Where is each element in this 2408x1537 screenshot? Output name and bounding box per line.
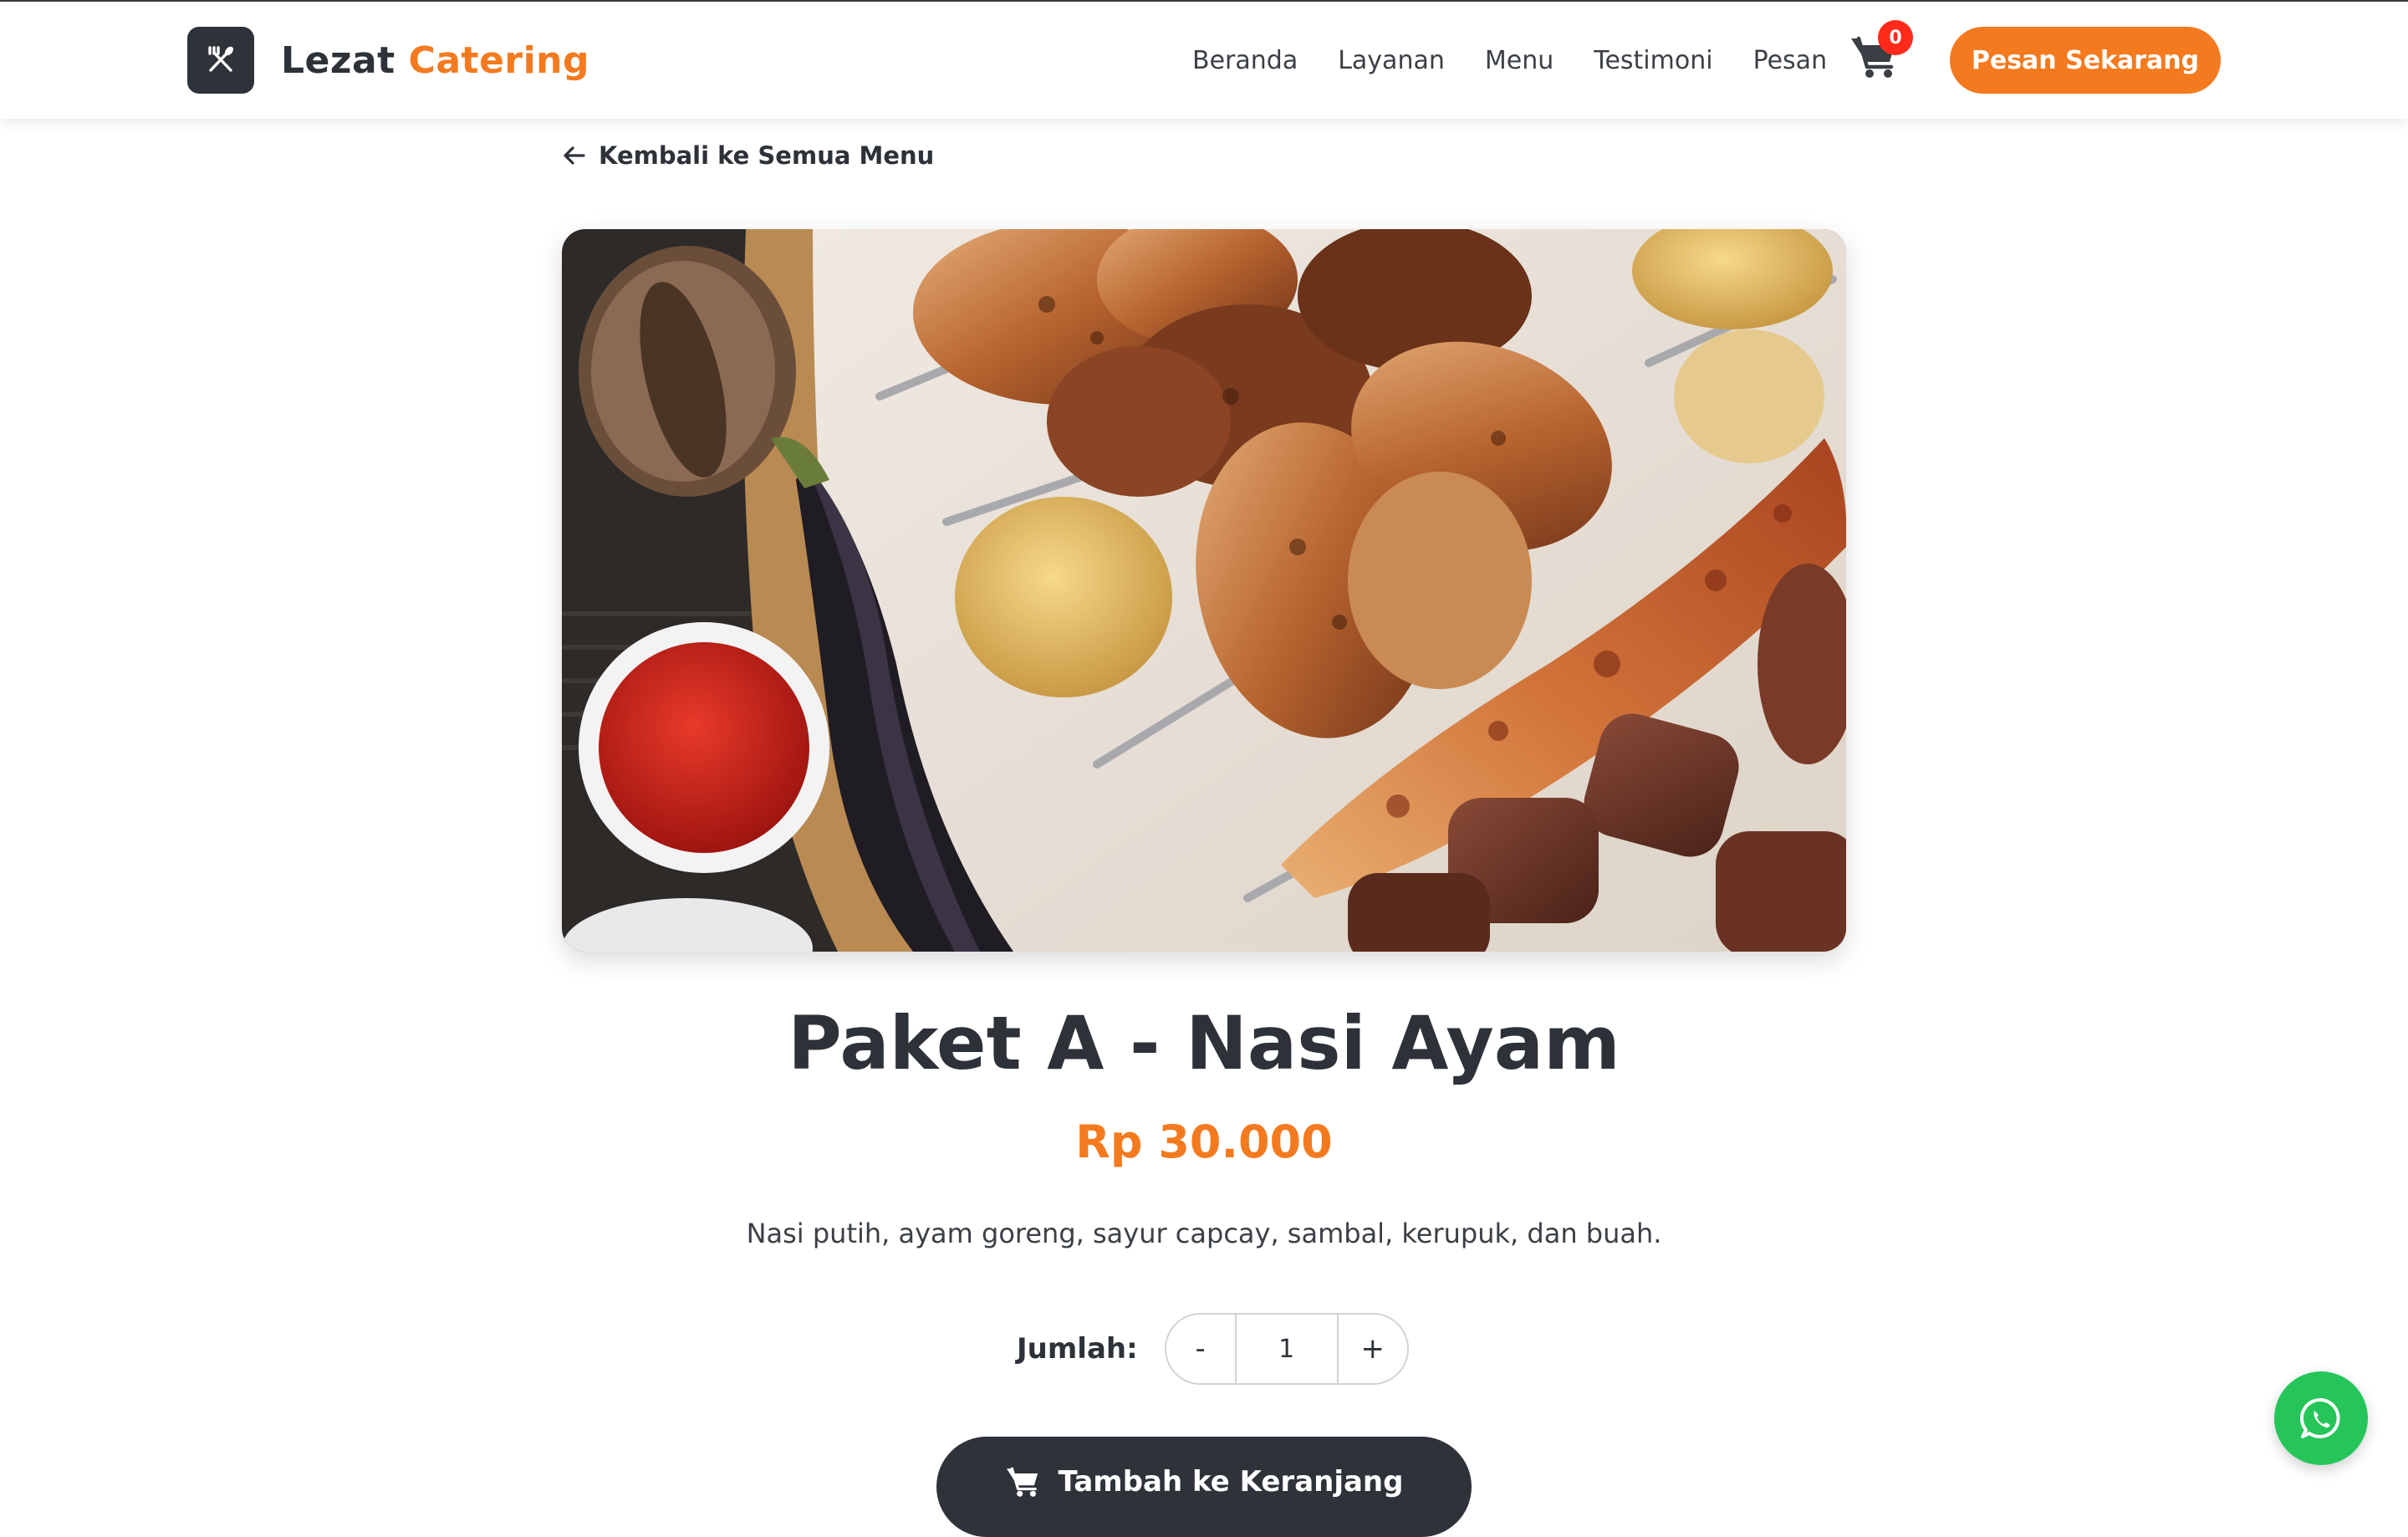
navbar: Lezat Catering Beranda Layanan Menu Test…	[0, 2, 2408, 119]
cart-button[interactable]: 0	[1849, 20, 1913, 87]
decrease-quantity-button[interactable]: -	[1166, 1315, 1235, 1383]
quantity-row: Jumlah: - +	[1017, 1313, 1409, 1385]
nav-link-layanan[interactable]: Layanan	[1338, 46, 1445, 75]
arrow-left-icon	[564, 146, 585, 165]
increase-quantity-button[interactable]: +	[1338, 1315, 1407, 1383]
nav-link-pesan[interactable]: Pesan	[1753, 46, 1828, 75]
brand[interactable]: Lezat Catering	[187, 27, 589, 94]
brand-name-part1: Lezat	[281, 38, 395, 82]
quantity-stepper: - +	[1164, 1313, 1409, 1385]
main-nav: Beranda Layanan Menu Testimoni Pesan	[1192, 42, 1827, 79]
grilled-meat-platter-photo	[562, 229, 1846, 952]
product-title: Paket A - Nasi Ayam	[788, 1000, 1620, 1086]
nav-link-testimoni[interactable]: Testimoni	[1594, 46, 1712, 75]
brand-name-part2: Catering	[408, 38, 590, 82]
add-to-cart-label: Tambah ke Keranjang	[1058, 1465, 1404, 1499]
add-to-cart-button[interactable]: Tambah ke Keranjang	[936, 1437, 1472, 1537]
back-to-menu-link[interactable]: Kembali ke Semua Menu	[562, 139, 934, 172]
nav-link-beranda[interactable]: Beranda	[1192, 46, 1298, 75]
utensils-icon	[187, 27, 254, 94]
quantity-input[interactable]	[1234, 1315, 1339, 1383]
product-image	[562, 229, 1846, 952]
back-link-label: Kembali ke Semua Menu	[599, 141, 935, 170]
cart-count-badge: 0	[1878, 20, 1913, 55]
product-description: Nasi putih, ayam goreng, sayur capcay, s…	[746, 1218, 1662, 1249]
whatsapp-button[interactable]	[2274, 1371, 2368, 1465]
product-price: Rp 30.000	[1075, 1116, 1333, 1168]
order-now-button[interactable]: Pesan Sekarang	[1950, 27, 2221, 94]
nav-link-menu[interactable]: Menu	[1485, 46, 1553, 75]
quantity-label: Jumlah:	[1017, 1332, 1138, 1366]
brand-name: Lezat Catering	[281, 39, 589, 82]
whatsapp-icon	[2299, 1397, 2340, 1438]
cart-icon	[1006, 1467, 1038, 1497]
